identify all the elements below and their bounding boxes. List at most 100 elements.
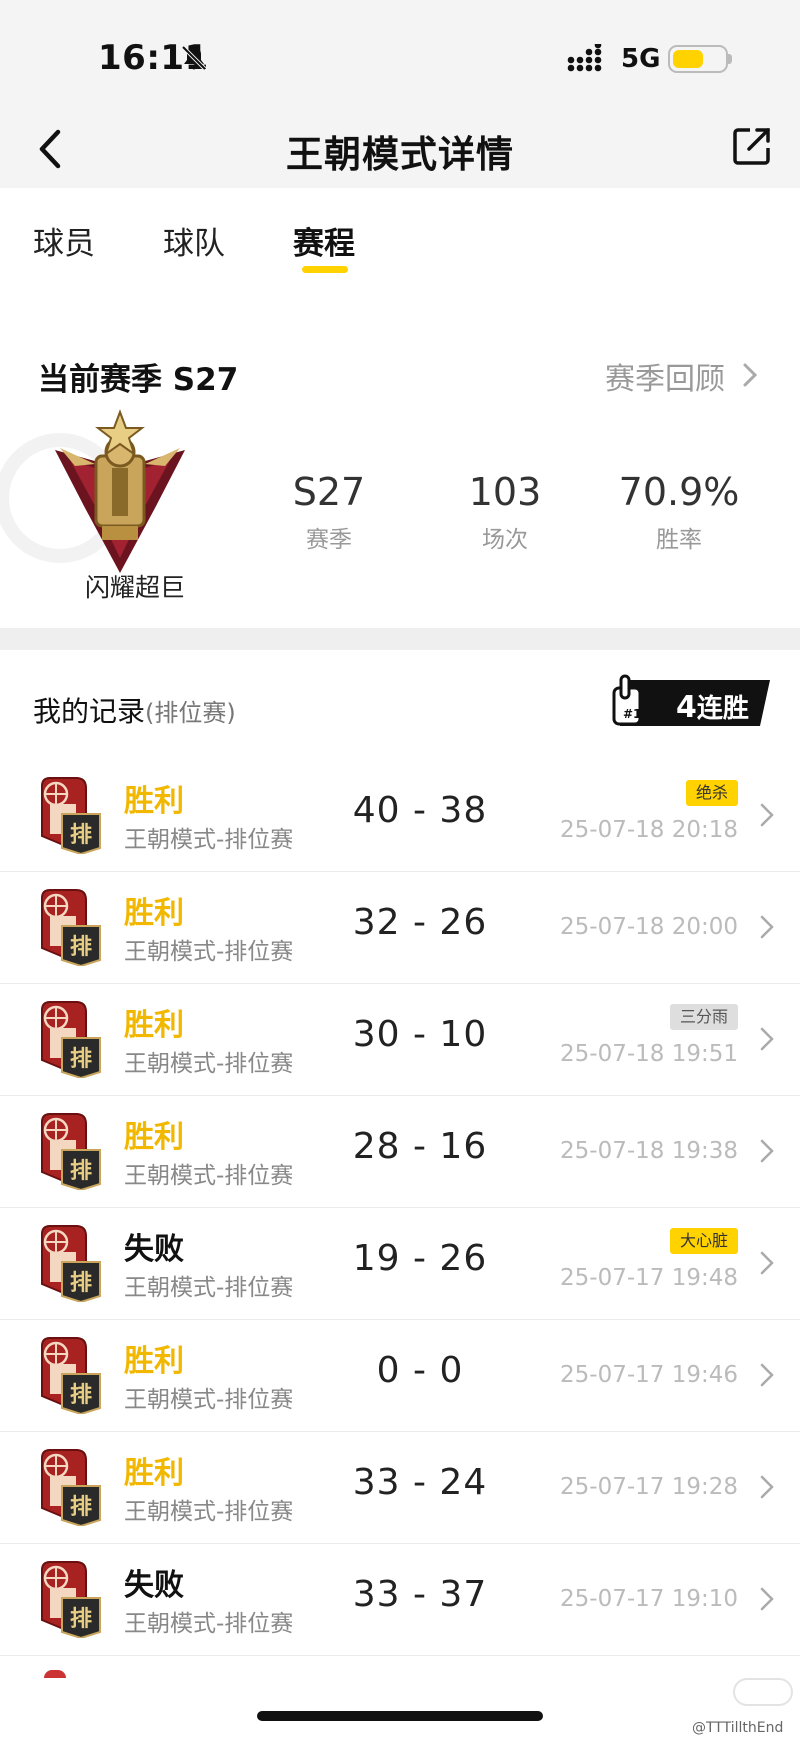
- ranked-badge-char: 排: [70, 935, 92, 960]
- records-title-text: 我的记录: [33, 695, 146, 728]
- match-mode: 王朝模式-排位赛: [124, 1387, 294, 1413]
- match-mode: 王朝模式-排位赛: [124, 827, 294, 853]
- battery-tip: [728, 54, 732, 64]
- match-date: 25-07-18 19:38: [560, 1138, 738, 1164]
- ranked-match-icon: 排: [41, 1561, 101, 1638]
- match-tag: 绝杀: [685, 780, 738, 806]
- record-row[interactable]: 排 失败王朝模式-排位赛 19 - 26 大心脏 25-07-17 19:48: [0, 1208, 800, 1320]
- chevron-right-icon[interactable]: [758, 1584, 776, 1614]
- tab-schedule[interactable]: 赛程: [293, 218, 355, 263]
- page-title: 王朝模式详情: [286, 133, 514, 176]
- match-mode: 王朝模式-排位赛: [124, 1163, 294, 1189]
- match-tag: 三分雨: [669, 1004, 738, 1030]
- season-title: 当前赛季 S27: [38, 362, 239, 398]
- status-bar: 16:11 5G: [0, 0, 800, 110]
- win-streak-count: 4: [676, 690, 697, 725]
- match-mode: 王朝模式-排位赛: [124, 1499, 294, 1525]
- match-result: 失败: [124, 1232, 184, 1267]
- match-score: 30 - 10: [352, 1014, 488, 1055]
- match-date: 25-07-18 20:18: [560, 817, 738, 843]
- svg-text:#1: #1: [623, 707, 641, 721]
- tab-team[interactable]: 球队: [163, 218, 225, 263]
- match-score: 32 - 26: [352, 902, 488, 943]
- chevron-right-icon[interactable]: [758, 800, 776, 830]
- cellular-signal-icon: [567, 44, 602, 72]
- stat-games-value: 103: [468, 470, 542, 514]
- match-result: 胜利: [124, 1120, 184, 1155]
- nav-bar: 王朝模式详情: [0, 110, 800, 188]
- watermark: @TTTillthEnd: [692, 1720, 784, 1736]
- ranked-match-icon: 排: [41, 1001, 101, 1078]
- share-icon[interactable]: [730, 124, 774, 168]
- chevron-right-icon[interactable]: [758, 1024, 776, 1054]
- season-review-link[interactable]: 赛季回顾: [605, 354, 725, 398]
- records-section: 我的记录(排位赛) #1 4连胜 排胜利 王朝模式-排位赛 40 - 38 绝杀 25-…: [0, 650, 800, 1738]
- match-mode: 王朝模式-排位赛: [124, 939, 294, 965]
- battery-icon: [668, 45, 728, 73]
- chevron-right-icon[interactable]: [758, 1360, 776, 1390]
- stat-season-value: S27: [292, 470, 366, 514]
- match-result: 胜利: [124, 896, 184, 931]
- stat-season-label: 赛季: [306, 527, 352, 553]
- record-row[interactable]: 排 胜利王朝模式-排位赛 32 - 26 25-07-18 20:00: [0, 872, 800, 984]
- match-score: 0 - 0: [376, 1350, 464, 1391]
- match-date: 25-07-17 19:10: [560, 1586, 738, 1612]
- ranked-match-icon: 排: [41, 1113, 101, 1190]
- tab-bar: 球员 球队 赛程: [0, 188, 800, 288]
- watermark-logo: [733, 1678, 793, 1706]
- chevron-right-icon[interactable]: [758, 1472, 776, 1502]
- ranked-match-icon: 排: [41, 1225, 101, 1302]
- match-mode: 王朝模式-排位赛: [124, 1611, 294, 1637]
- record-row[interactable]: 排 胜利王朝模式-排位赛 40 - 38 绝杀 25-07-18 20:18: [0, 760, 800, 872]
- win-streak-label: 连胜: [696, 694, 749, 724]
- records-subtitle: (排位赛): [145, 699, 236, 727]
- match-score: 19 - 26: [352, 1238, 488, 1279]
- record-row[interactable]: 排 失败王朝模式-排位赛 33 - 37 25-07-17 19:10: [0, 1544, 800, 1656]
- ranked-match-icon: 排: [41, 1337, 101, 1414]
- match-date: 25-07-17 19:48: [560, 1265, 738, 1291]
- ranked-badge-char: 排: [70, 823, 92, 848]
- records-title: 我的记录(排位赛): [33, 690, 236, 730]
- record-row[interactable]: 排 胜利王朝模式-排位赛 30 - 10 三分雨 25-07-18 19:51: [0, 984, 800, 1096]
- match-result: 胜利: [124, 1008, 184, 1043]
- ranked-match-icon: 排: [41, 1449, 101, 1526]
- stat-games-label: 场次: [482, 527, 528, 553]
- match-date: 25-07-18 20:00: [560, 914, 738, 940]
- chevron-right-icon[interactable]: [758, 1136, 776, 1166]
- partial-row-icon: [44, 1670, 66, 1678]
- stat-winrate-label: 胜率: [656, 527, 702, 553]
- match-result: 胜利: [124, 1456, 184, 1491]
- record-row[interactable]: 排 胜利王朝模式-排位赛 28 - 16 25-07-18 19:38: [0, 1096, 800, 1208]
- ranked-match-icon: 排: [41, 889, 101, 966]
- match-mode: 王朝模式-排位赛: [124, 1275, 294, 1301]
- chevron-right-icon[interactable]: [758, 912, 776, 942]
- active-tab-indicator: [302, 266, 348, 273]
- record-row[interactable]: 排 胜利王朝模式-排位赛 0 - 0 25-07-17 19:46: [0, 1320, 800, 1432]
- rank-badge-icon: [0, 409, 185, 573]
- record-row[interactable]: 排 胜利王朝模式-排位赛 33 - 24 25-07-17 19:28: [0, 1432, 800, 1544]
- ranked-badge-char: 排: [70, 1607, 92, 1632]
- chevron-right-icon[interactable]: [758, 1248, 776, 1278]
- ranked-badge-char: 排: [70, 1047, 92, 1072]
- home-indicator: [257, 1711, 543, 1721]
- tab-players[interactable]: 球员: [33, 218, 95, 263]
- match-score: 33 - 24: [352, 1462, 488, 1503]
- ranked-match-icon: 排: [41, 777, 101, 854]
- win-streak-text: 4连胜: [676, 688, 749, 725]
- match-result: 胜利: [124, 1344, 184, 1379]
- match-score: 28 - 16: [352, 1126, 488, 1167]
- match-date: 25-07-18 19:51: [560, 1041, 738, 1067]
- mute-bell-icon: [181, 45, 207, 71]
- chevron-right-icon[interactable]: [740, 360, 760, 390]
- season-card: 当前赛季 S27 赛季回顾 闪耀超巨 S27 赛季 103 场次 70.9% 胜…: [0, 330, 800, 630]
- match-tag: 大心脏: [669, 1228, 738, 1254]
- match-date: 25-07-17 19:28: [560, 1474, 738, 1500]
- match-score: 33 - 37: [352, 1574, 488, 1615]
- match-date: 25-07-17 19:46: [560, 1362, 738, 1388]
- match-score: 40 - 38: [352, 790, 488, 831]
- badge-name: 闪耀超巨: [84, 573, 185, 602]
- match-mode: 王朝模式-排位赛: [124, 1051, 294, 1077]
- match-result: 失败: [124, 1568, 184, 1603]
- match-result: 胜利: [124, 784, 184, 819]
- network-type: 5G: [621, 44, 661, 74]
